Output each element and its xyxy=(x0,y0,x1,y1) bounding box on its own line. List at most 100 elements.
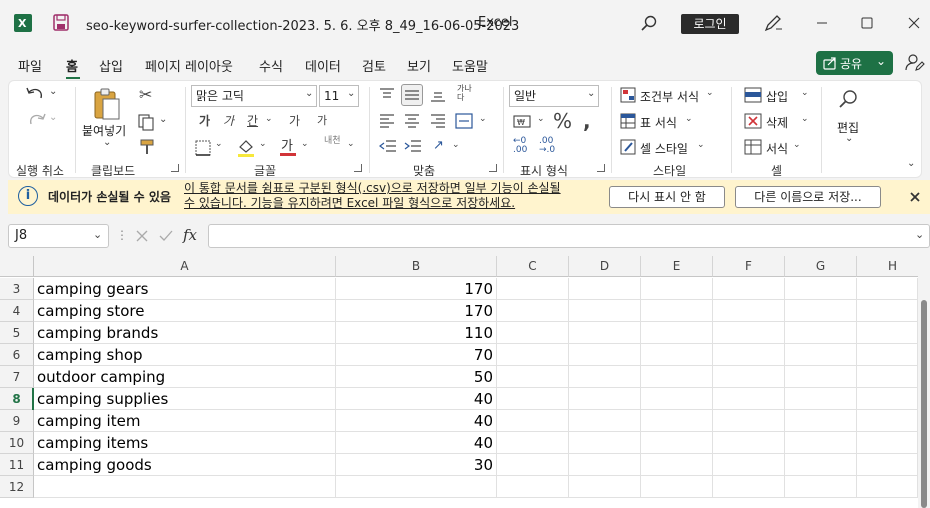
borders-icon[interactable] xyxy=(195,140,211,156)
empty-cell[interactable] xyxy=(641,366,713,388)
empty-cell[interactable] xyxy=(569,410,641,432)
comma-style-icon[interactable]: , xyxy=(583,111,591,131)
column-header[interactable]: E xyxy=(641,256,713,277)
format-as-table-label[interactable]: 표 서식 xyxy=(640,114,677,131)
pen-icon[interactable] xyxy=(763,13,783,33)
empty-cell[interactable] xyxy=(497,366,569,388)
row-header[interactable]: 9 xyxy=(0,410,34,432)
empty-cell[interactable] xyxy=(785,344,857,366)
wrap-text-icon[interactable]: 가나 다 xyxy=(457,84,472,102)
volume-cell[interactable]: 40 xyxy=(336,410,497,432)
empty-cell[interactable] xyxy=(857,454,918,476)
percent-icon[interactable]: % xyxy=(553,111,572,131)
table-format-dropdown-icon[interactable]: ⌄ xyxy=(685,115,693,124)
underline-icon[interactable]: 간 xyxy=(247,115,258,127)
login-button[interactable]: 로그인 xyxy=(681,14,739,34)
font-color-icon[interactable]: 가 xyxy=(279,137,297,158)
row-header[interactable]: 10 xyxy=(0,432,34,454)
copy-icon[interactable] xyxy=(138,114,156,132)
cancel-entry-icon[interactable] xyxy=(134,228,150,244)
share-dropdown-icon[interactable]: ⌄ xyxy=(876,54,886,68)
keyword-cell[interactable]: camping store xyxy=(34,300,336,322)
format-cells-icon[interactable] xyxy=(744,139,762,155)
undo-icon[interactable] xyxy=(25,87,47,103)
accounting-format-icon[interactable]: ₩ xyxy=(513,114,533,130)
confirm-entry-icon[interactable] xyxy=(158,228,174,244)
cell-styles-icon[interactable] xyxy=(620,139,636,155)
font-size-dropdown-icon[interactable]: ⌄ xyxy=(347,89,355,99)
underline-dropdown-icon[interactable]: ⌄ xyxy=(265,115,273,124)
empty-cell[interactable] xyxy=(785,388,857,410)
decrease-indent-icon[interactable] xyxy=(379,139,397,155)
redo-icon[interactable] xyxy=(25,113,47,129)
cut-icon[interactable]: ✂ xyxy=(139,87,152,103)
empty-cell[interactable] xyxy=(713,454,785,476)
tab-page-layout[interactable]: 페이지 레이아웃 xyxy=(145,56,233,75)
orientation-dropdown-icon[interactable]: ⌄ xyxy=(452,141,460,150)
keyword-cell[interactable]: outdoor camping xyxy=(34,366,336,388)
empty-cell[interactable] xyxy=(569,454,641,476)
find-select-icon[interactable] xyxy=(839,89,859,109)
merge-center-icon[interactable] xyxy=(455,113,473,129)
empty-cell[interactable] xyxy=(641,344,713,366)
insert-cells-label[interactable]: 삽입 xyxy=(766,88,788,105)
empty-cell[interactable] xyxy=(497,476,569,498)
empty-cell[interactable] xyxy=(569,432,641,454)
borders-dropdown-icon[interactable]: ⌄ xyxy=(215,140,223,149)
empty-cell[interactable] xyxy=(857,300,918,322)
decrease-decimal-icon[interactable]: .00 →.0 xyxy=(539,137,555,155)
column-header[interactable]: F xyxy=(713,256,785,277)
number-format-select[interactable]: 일반 xyxy=(509,85,599,107)
orientation-icon[interactable]: ↗ xyxy=(433,139,444,152)
select-all-corner[interactable] xyxy=(0,256,34,277)
column-header[interactable]: A xyxy=(34,256,336,277)
increase-decimal-icon[interactable]: ←0.00 xyxy=(513,137,527,155)
fill-color-icon[interactable] xyxy=(237,138,255,158)
empty-cell[interactable] xyxy=(569,322,641,344)
collapse-ribbon-icon[interactable]: ⌄ xyxy=(907,159,915,169)
keyword-cell[interactable]: camping items xyxy=(34,432,336,454)
number-launcher-icon[interactable] xyxy=(597,164,605,172)
empty-cell[interactable] xyxy=(641,278,713,300)
clipboard-launcher-icon[interactable] xyxy=(171,164,179,172)
empty-cell[interactable] xyxy=(713,366,785,388)
row-header[interactable]: 3 xyxy=(0,278,34,300)
formula-input[interactable] xyxy=(208,224,930,248)
close-warning-icon[interactable] xyxy=(909,191,921,203)
row-header[interactable]: 4 xyxy=(0,300,34,322)
warning-message[interactable]: 이 통합 문서를 쉼표로 구분된 형식(.csv)으로 저장하면 일부 기능이 … xyxy=(184,181,561,211)
align-bottom-icon[interactable] xyxy=(430,87,446,103)
empty-cell[interactable] xyxy=(713,388,785,410)
delete-cells-icon[interactable] xyxy=(744,113,762,129)
empty-cell[interactable] xyxy=(857,322,918,344)
more-options-icon[interactable]: ⋮ xyxy=(116,229,128,241)
volume-cell[interactable] xyxy=(336,476,497,498)
empty-cell[interactable] xyxy=(785,322,857,344)
empty-cell[interactable] xyxy=(641,322,713,344)
keyword-cell[interactable]: camping shop xyxy=(34,344,336,366)
empty-cell[interactable] xyxy=(569,344,641,366)
empty-cell[interactable] xyxy=(785,454,857,476)
empty-cell[interactable] xyxy=(785,366,857,388)
volume-cell[interactable]: 170 xyxy=(336,278,497,300)
fill-color-dropdown-icon[interactable]: ⌄ xyxy=(259,140,267,149)
copy-dropdown-icon[interactable]: ⌄ xyxy=(159,115,167,125)
increase-font-icon[interactable]: 가 xyxy=(289,115,300,127)
column-header[interactable]: G xyxy=(785,256,857,277)
insert-dropdown-icon[interactable]: ⌄ xyxy=(801,89,809,98)
volume-cell[interactable]: 40 xyxy=(336,432,497,454)
empty-cell[interactable] xyxy=(569,366,641,388)
font-name-select[interactable]: 맑은 고딕 xyxy=(191,85,317,107)
delete-dropdown-icon[interactable]: ⌄ xyxy=(801,115,809,124)
tab-insert[interactable]: 삽입 xyxy=(99,56,123,75)
keyword-cell[interactable]: camping brands xyxy=(34,322,336,344)
paste-icon[interactable] xyxy=(93,87,121,121)
merge-dropdown-icon[interactable]: ⌄ xyxy=(479,115,487,124)
empty-cell[interactable] xyxy=(857,366,918,388)
row-header[interactable]: 5 xyxy=(0,322,34,344)
volume-cell[interactable]: 170 xyxy=(336,300,497,322)
align-right-icon[interactable] xyxy=(430,113,446,129)
close-icon[interactable] xyxy=(904,12,924,32)
expand-formula-icon[interactable]: ⌄ xyxy=(915,229,924,240)
minimize-icon[interactable] xyxy=(812,12,832,32)
